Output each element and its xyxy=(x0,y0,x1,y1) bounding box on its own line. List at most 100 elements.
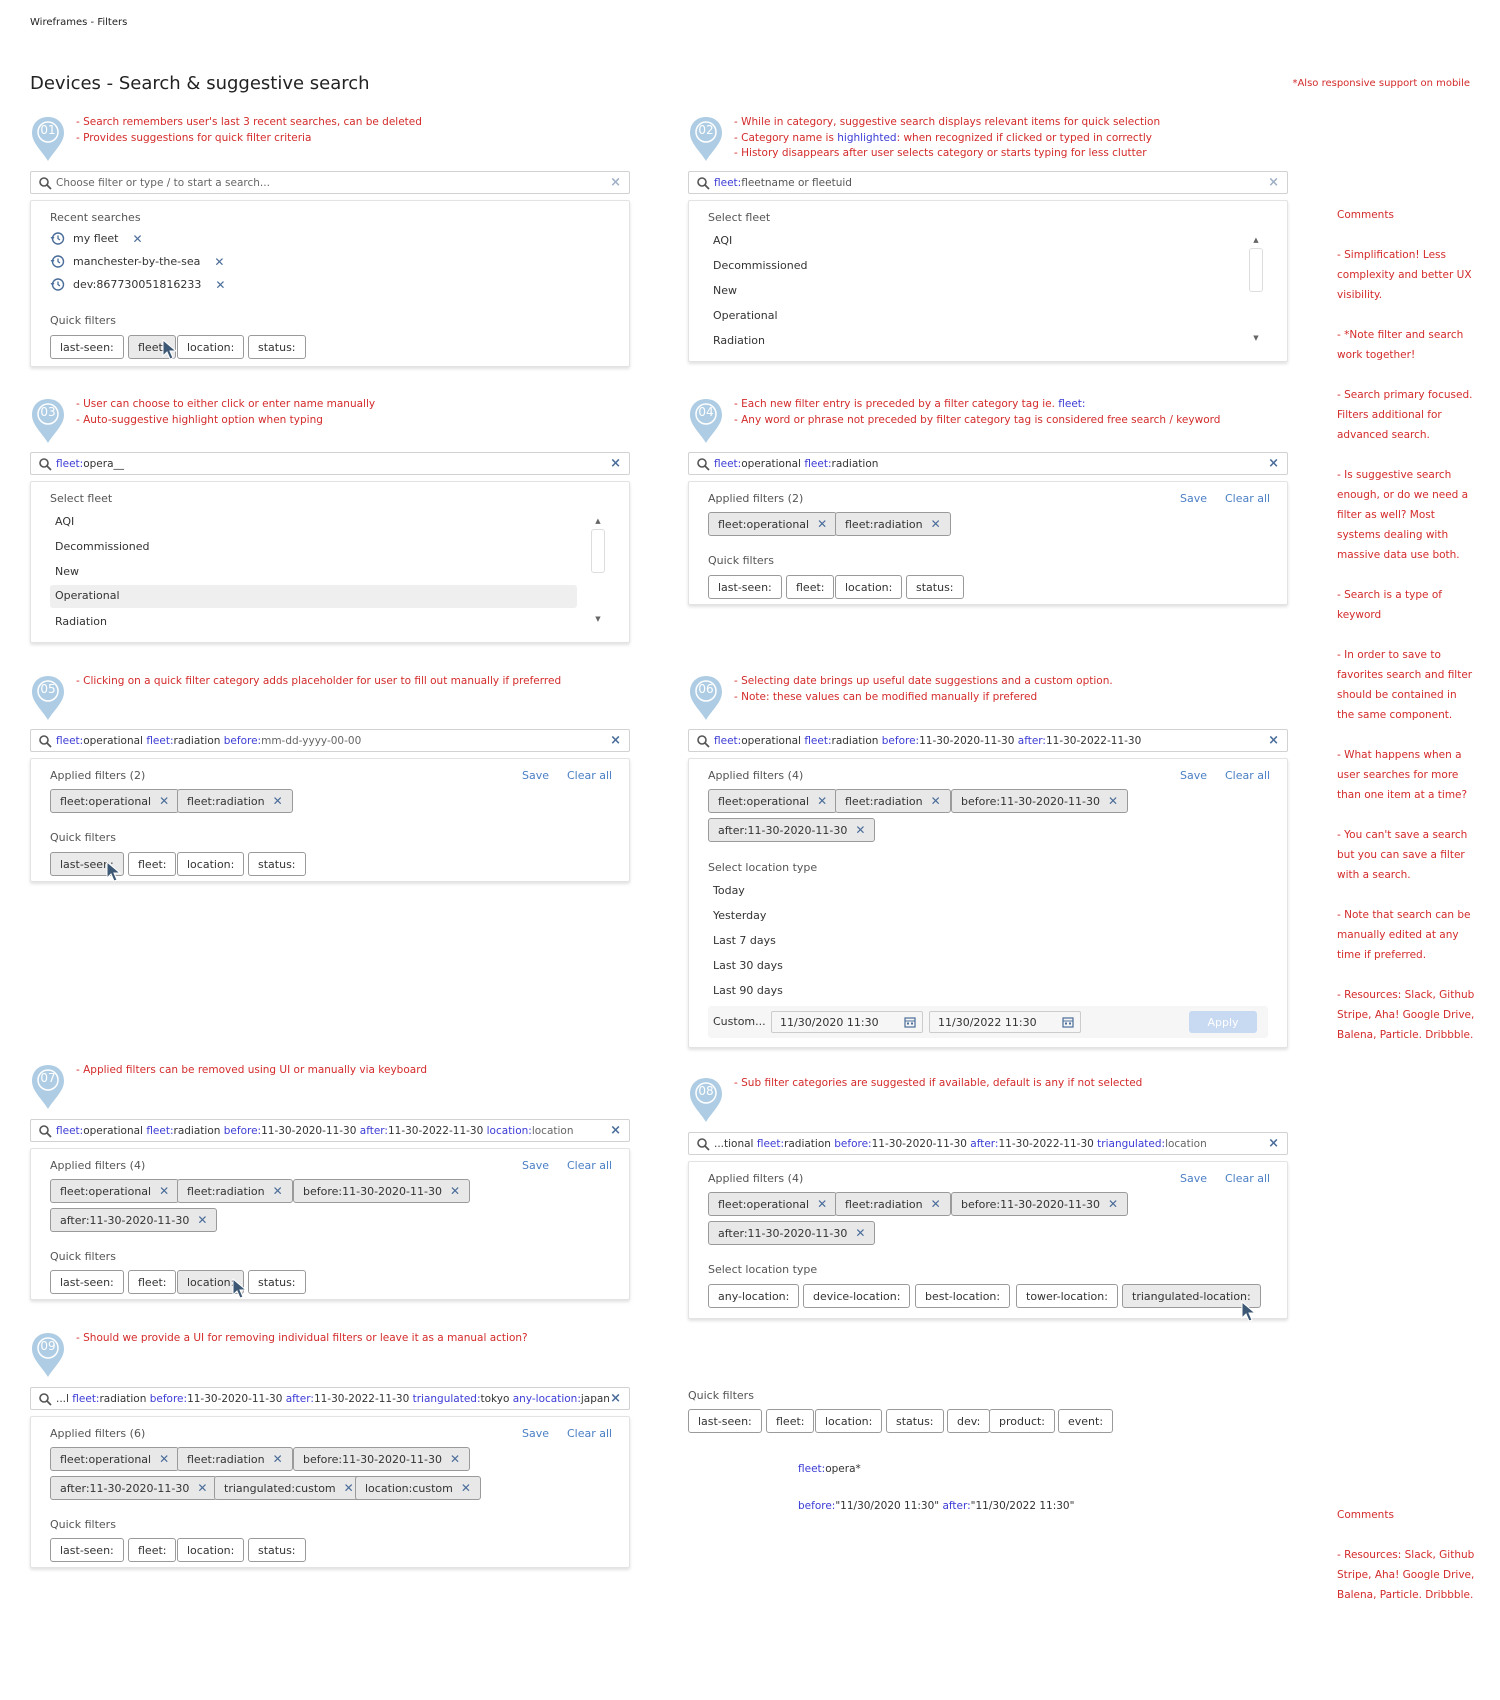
quick-filter-chip[interactable]: last-seen: xyxy=(688,1409,762,1433)
remove-icon[interactable]: ✕ xyxy=(931,1197,941,1211)
calendar-icon[interactable] xyxy=(1062,1016,1074,1028)
start-date-input[interactable]: 11/30/2020 11:30 xyxy=(771,1011,923,1033)
save-button[interactable]: Save xyxy=(522,1427,549,1440)
remove-icon[interactable]: ✕ xyxy=(931,794,941,808)
remove-icon[interactable]: ✕ xyxy=(197,1481,207,1495)
quick-filter-chip[interactable]: location: xyxy=(177,335,245,359)
save-button[interactable]: Save xyxy=(522,769,549,782)
clear-icon[interactable]: × xyxy=(610,1123,621,1138)
remove-icon[interactable]: ✕ xyxy=(215,278,225,292)
applied-filter-chip[interactable]: fleet:operational ✕ xyxy=(708,512,838,536)
applied-filter-chip[interactable]: before:11-30-2020-11-30 ✕ xyxy=(951,1192,1129,1216)
search-input[interactable]: Choose filter or type / to start a searc… xyxy=(30,171,630,194)
date-option[interactable]: Today xyxy=(713,884,745,897)
remove-icon[interactable]: ✕ xyxy=(159,1184,169,1198)
date-option[interactable]: Last 7 days xyxy=(713,934,776,947)
applied-filter-chip[interactable]: fleet:operational ✕ xyxy=(708,1192,838,1216)
clear-icon[interactable]: × xyxy=(1268,456,1279,471)
search-input[interactable]: fleet: operational fleet: radiation × xyxy=(688,452,1288,475)
applied-filter-chip[interactable]: location:custom ✕ xyxy=(355,1476,481,1500)
remove-icon[interactable]: ✕ xyxy=(159,794,169,808)
scrollbar[interactable]: ▲ ▼ xyxy=(591,515,605,625)
quick-filter-chip[interactable]: location: xyxy=(815,1409,883,1433)
scrollbar[interactable]: ▲ ▼ xyxy=(1249,234,1263,344)
applied-filter-chip[interactable]: before:11-30-2020-11-30 ✕ xyxy=(951,789,1129,813)
remove-icon[interactable]: ✕ xyxy=(1108,1197,1118,1211)
quick-filter-chip[interactable]: fleet: xyxy=(128,1270,177,1294)
quick-filter-chip[interactable]: dev: xyxy=(947,1409,991,1433)
search-input[interactable]: fleet: operational fleet: radiation before… xyxy=(30,729,630,752)
applied-filter-chip[interactable]: fleet:radiation ✕ xyxy=(835,1192,951,1216)
fleet-option[interactable]: Decommissioned xyxy=(55,540,149,553)
quick-filter-chip[interactable]: location: xyxy=(177,1538,245,1562)
clear-all-button[interactable]: Clear all xyxy=(567,1159,612,1172)
scroll-down-icon[interactable]: ▼ xyxy=(1249,332,1263,344)
fleet-option-highlighted[interactable]: Operational xyxy=(50,585,577,608)
quick-filter-chip[interactable]: fleet: xyxy=(128,852,177,876)
remove-icon[interactable]: ✕ xyxy=(214,255,224,269)
clear-icon[interactable]: × xyxy=(1268,733,1279,748)
quick-filter-chip[interactable]: fleet: xyxy=(128,1538,177,1562)
applied-filter-chip[interactable]: fleet:radiation ✕ xyxy=(177,1447,293,1471)
applied-filter-chip[interactable]: before:11-30-2020-11-30 ✕ xyxy=(293,1447,471,1471)
applied-filter-chip[interactable]: fleet:operational ✕ xyxy=(50,1447,180,1471)
save-button[interactable]: Save xyxy=(1180,1172,1207,1185)
scroll-thumb[interactable] xyxy=(1249,248,1263,292)
remove-icon[interactable]: ✕ xyxy=(197,1213,207,1227)
remove-icon[interactable]: ✕ xyxy=(159,1452,169,1466)
applied-filter-chip[interactable]: fleet:radiation ✕ xyxy=(835,789,951,813)
location-type-chip[interactable]: best-location: xyxy=(915,1284,1011,1308)
quick-filter-chip[interactable]: status: xyxy=(886,1409,944,1433)
quick-filter-chip[interactable]: last-seen: xyxy=(708,575,782,599)
quick-filter-chip[interactable]: last-seen: xyxy=(50,335,124,359)
location-type-chip[interactable]: triangulated-location: xyxy=(1122,1284,1261,1308)
clear-all-button[interactable]: Clear all xyxy=(1225,1172,1270,1185)
quick-filter-chip[interactable]: status: xyxy=(248,335,306,359)
scroll-thumb[interactable] xyxy=(591,529,605,573)
search-input[interactable]: ...tional fleet: radiation before: 11-30-2… xyxy=(688,1132,1288,1155)
applied-filter-chip[interactable]: fleet:operational ✕ xyxy=(50,1179,180,1203)
fleet-option[interactable]: Radiation xyxy=(55,615,107,628)
fleet-option[interactable]: Decommissioned xyxy=(713,259,807,272)
applied-filter-chip[interactable]: after:11-30-2020-11-30 ✕ xyxy=(708,1221,876,1245)
applied-filter-chip[interactable]: after:11-30-2020-11-30 ✕ xyxy=(50,1476,218,1500)
quick-filter-chip[interactable]: fleet: xyxy=(766,1409,815,1433)
remove-icon[interactable]: ✕ xyxy=(273,1452,283,1466)
remove-icon[interactable]: ✕ xyxy=(450,1184,460,1198)
applied-filter-chip[interactable]: fleet:operational ✕ xyxy=(50,789,180,813)
applied-filter-chip[interactable]: fleet:radiation ✕ xyxy=(177,789,293,813)
clear-all-button[interactable]: Clear all xyxy=(567,769,612,782)
remove-icon[interactable]: ✕ xyxy=(450,1452,460,1466)
search-input[interactable]: ...l fleet: radiation before: 11-30-2020-1… xyxy=(30,1387,630,1410)
quick-filter-chip[interactable]: location: xyxy=(835,575,903,599)
remove-icon[interactable]: ✕ xyxy=(133,232,143,246)
save-button[interactable]: Save xyxy=(522,1159,549,1172)
applied-filter-chip[interactable]: triangulated:custom ✕ xyxy=(214,1476,364,1500)
clear-icon[interactable]: × xyxy=(610,456,621,471)
clear-icon[interactable]: × xyxy=(610,1391,621,1406)
applied-filter-chip[interactable]: fleet:radiation ✕ xyxy=(835,512,951,536)
fleet-option[interactable]: New xyxy=(55,565,79,578)
quick-filter-chip[interactable]: last-seen: xyxy=(50,1270,124,1294)
quick-filter-chip[interactable]: status: xyxy=(248,852,306,876)
save-button[interactable]: Save xyxy=(1180,492,1207,505)
applied-filter-chip[interactable]: fleet:radiation ✕ xyxy=(177,1179,293,1203)
quick-filter-chip[interactable]: status: xyxy=(248,1538,306,1562)
remove-icon[interactable]: ✕ xyxy=(461,1481,471,1495)
quick-filter-chip[interactable]: fleet: xyxy=(786,575,835,599)
end-date-input[interactable]: 11/30/2022 11:30 xyxy=(929,1011,1081,1033)
quick-filter-chip[interactable]: status: xyxy=(248,1270,306,1294)
clear-icon[interactable]: × xyxy=(610,175,621,190)
search-input[interactable]: fleet: fleetname or fleetuid × xyxy=(688,171,1288,194)
quick-filter-chip[interactable]: location: xyxy=(177,852,245,876)
location-type-chip[interactable]: device-location: xyxy=(803,1284,911,1308)
clear-all-button[interactable]: Clear all xyxy=(1225,769,1270,782)
search-input[interactable]: fleet: operational fleet: radiation before… xyxy=(688,729,1288,752)
remove-icon[interactable]: ✕ xyxy=(855,823,865,837)
clear-all-button[interactable]: Clear all xyxy=(567,1427,612,1440)
clear-icon[interactable]: × xyxy=(610,733,621,748)
search-input[interactable]: fleet: operational fleet: radiation before… xyxy=(30,1119,630,1142)
fleet-option[interactable]: Radiation xyxy=(713,334,765,347)
remove-icon[interactable]: ✕ xyxy=(817,517,827,531)
remove-icon[interactable]: ✕ xyxy=(855,1226,865,1240)
